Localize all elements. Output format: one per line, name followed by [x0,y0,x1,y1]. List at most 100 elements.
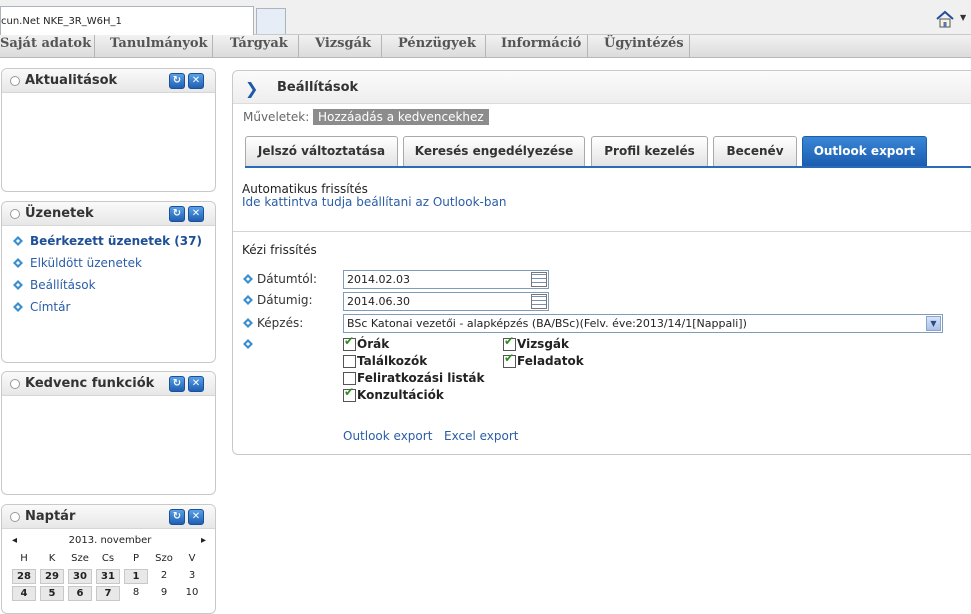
calendar-day[interactable]: 8 [122,585,150,602]
calendar-day[interactable]: 6 [68,586,92,601]
diamond-bullet-icon [13,258,23,268]
settings-panel: ❯ Beállítások Műveletek: Hozzáadás a ked… [232,70,971,455]
news-box-title: Aktualitások [25,73,118,88]
outlook-setup-link[interactable]: Ide kattintva tudja beállítani az Outloo… [242,195,506,209]
calendar-day[interactable]: 4 [12,586,36,601]
calendar-day[interactable]: 1 [124,569,148,584]
previous-month-icon[interactable]: ◂ [12,535,17,546]
manual-refresh-heading: Kézi frissítés [242,243,317,257]
menu-item-studies[interactable]: Tanulmányok [110,35,208,57]
diamond-bullet-icon [243,318,253,328]
calendar-icon[interactable] [531,272,547,287]
excel-export-link[interactable]: Excel export [444,429,518,443]
checkmark-icon: ✔ [504,351,515,365]
menu-divider [689,35,690,57]
date-from-input[interactable]: 2014.02.03 [343,270,549,289]
weekday: Cs [101,553,115,564]
weekday: H [20,553,28,564]
message-settings-link[interactable]: Beállítások [12,278,202,300]
menu-item-information[interactable]: Információ [501,35,581,57]
training-select[interactable]: BSc Katonai vezetői - alapképzés (BA/BSc… [343,314,943,333]
checkbox-classes[interactable]: ✔ Órák [343,334,389,351]
home-dropdown-icon[interactable]: ▼ [960,13,966,22]
calendar-box-header: Naptár ↻ ✕ [2,505,215,529]
checkbox-box[interactable] [343,355,356,368]
outlook-export-link[interactable]: Outlook export [343,429,432,443]
calendar-day[interactable]: 28 [12,569,36,584]
tab-password-change[interactable]: Jelszó változtatása [245,136,398,166]
calendar-icon[interactable] [531,294,547,309]
calendar-week: 28 29 30 31 1 2 3 [10,568,210,585]
close-icon[interactable]: ✕ [188,206,204,222]
refresh-icon[interactable]: ↻ [169,206,185,222]
menu-item-administration[interactable]: Ügyintézés [604,35,684,57]
diamond-bullet-icon [13,236,23,246]
page-title: Beállítások [277,80,359,95]
checkmark-icon: ✔ [344,334,355,348]
next-month-icon[interactable]: ▸ [201,535,206,546]
menu-item-subjects[interactable]: Tárgyak [230,35,288,57]
close-icon[interactable]: ✕ [188,376,204,392]
checkbox-exams[interactable]: ✔ Vizsgák [503,334,569,351]
calendar-day[interactable]: 31 [96,569,120,584]
calendar-day[interactable]: 30 [68,569,92,584]
menu-item-personal[interactable]: Saját adatok [0,35,91,57]
weekday: K [48,553,56,564]
inbox-link[interactable]: Beérkezett üzenetek (37) [12,234,202,256]
box-bullet-icon [10,209,20,219]
browser-tab-bar: cun.Net NKE_3R_W6H_1 ▼ [0,0,971,35]
chevron-down-icon[interactable]: ▼ [926,316,941,331]
tab-nickname[interactable]: Becenév [713,136,797,166]
menu-divider [94,35,95,57]
menu-item-exams[interactable]: Vizsgák [315,35,371,57]
calendar-weekdays: H K Sze Cs P Szo V [10,551,210,568]
new-tab-button[interactable] [256,8,286,34]
messages-list: Beérkezett üzenetek (37) Elküldött üzene… [12,234,202,322]
favorites-box-header: Kedvenc funkciók ↻ ✕ [2,372,215,396]
weekday: V [188,553,196,564]
refresh-icon[interactable]: ↻ [169,376,185,392]
calendar-box-title: Naptár [25,509,76,524]
box-bullet-icon [10,76,20,86]
calendar-day[interactable]: 29 [40,569,64,584]
tab-search-permission[interactable]: Keresés engedélyezése [403,136,585,166]
date-to-label: Dátumig: [243,293,313,307]
tab-profile[interactable]: Profil kezelés [591,136,708,166]
checkbox-subscription-lists[interactable]: Feliratkozási listák [343,371,484,385]
settings-tabs: Jelszó változtatása Keresés engedélyezés… [245,136,971,168]
calendar-day[interactable]: 3 [178,568,206,585]
add-to-favorites-button[interactable]: Hozzáadás a kedvencekhez [313,109,489,125]
tab-outlook-export[interactable]: Outlook export [802,136,927,166]
refresh-icon[interactable]: ↻ [169,509,185,525]
close-icon[interactable]: ✕ [188,73,204,89]
calendar-week: 4 5 6 7 8 9 10 [10,585,210,602]
calendar-day[interactable]: 2 [150,568,178,585]
home-icon[interactable] [934,9,956,29]
top-menu: Saját adatok Tanulmányok Tárgyak Vizsgák… [0,35,971,58]
browser-tab-title: cun.Net NKE_3R_W6H_1 [1,16,122,27]
checkbox-tasks[interactable]: ✔ Feladatok [503,351,584,368]
refresh-icon[interactable]: ↻ [169,73,185,89]
address-book-link[interactable]: Címtár [12,300,202,322]
settings-panel-header: ❯ Beállítások [233,71,971,104]
menu-divider [212,35,213,57]
calendar-day[interactable]: 9 [150,585,178,602]
checkbox-meetings[interactable]: Találkozók [343,354,427,368]
weekday: P [132,553,140,564]
browser-tab[interactable]: cun.Net NKE_3R_W6H_1 [0,6,254,35]
checkbox-consultations[interactable]: ✔ Konzultációk [343,385,444,402]
calendar-day[interactable]: 7 [96,586,120,601]
close-icon[interactable]: ✕ [188,509,204,525]
menu-item-finances[interactable]: Pénzügyek [398,35,476,57]
diamond-bullet-icon [13,302,23,312]
calendar-day[interactable]: 5 [40,586,64,601]
calendar-box: Naptár ↻ ✕ ◂ 2013. november ▸ H K Sze Cs… [1,504,216,614]
chevron-right-icon: ❯ [245,79,259,98]
news-box-header: Aktualitások ↻ ✕ [2,69,215,93]
checkbox-box[interactable] [343,372,356,385]
calendar-day[interactable]: 10 [178,585,206,602]
date-to-input[interactable]: 2014.06.30 [343,292,549,311]
menu-divider [485,35,486,57]
sent-messages-link[interactable]: Elküldött üzenetek [12,256,202,278]
checkmark-icon: ✔ [344,385,355,399]
